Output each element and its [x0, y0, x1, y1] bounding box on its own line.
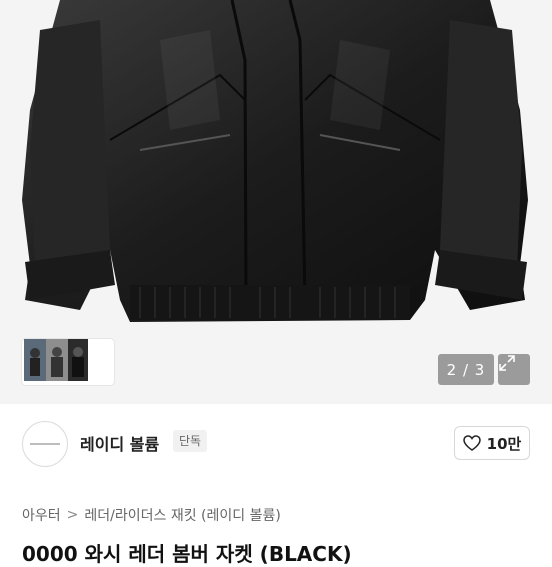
- expand-icon: [499, 355, 515, 371]
- exclusive-badge: 단독: [173, 430, 208, 452]
- image-counter: 2 / 3: [438, 354, 494, 385]
- product-title: 0000 와시 레더 봄버 자켓 (BLACK): [22, 542, 352, 566]
- heart-icon: [462, 435, 481, 451]
- breadcrumb-item-outer[interactable]: 아우터: [22, 505, 61, 525]
- like-button[interactable]: 10만: [454, 426, 530, 460]
- chevron-right-icon: >: [66, 507, 79, 523]
- seller-name[interactable]: 레이디 볼륨: [80, 431, 159, 455]
- breadcrumb: 아우터 > 레더/라이더스 재킷 (레이디 볼륨): [22, 505, 281, 525]
- like-count: 10만: [486, 434, 522, 453]
- seller-avatar[interactable]: [22, 421, 68, 467]
- breadcrumb-item-category[interactable]: 레더/라이더스 재킷 (레이디 볼륨): [84, 505, 280, 525]
- product-image-gallery[interactable]: › 2 / 3: [0, 0, 552, 404]
- brand-logo: [30, 443, 60, 445]
- thumbnail-image[interactable]: [24, 339, 88, 381]
- thumbnail-strip[interactable]: ›: [22, 339, 114, 385]
- seller-row[interactable]: 레이디 볼륨 단독 10만: [0, 404, 552, 482]
- expand-button[interactable]: [498, 354, 530, 385]
